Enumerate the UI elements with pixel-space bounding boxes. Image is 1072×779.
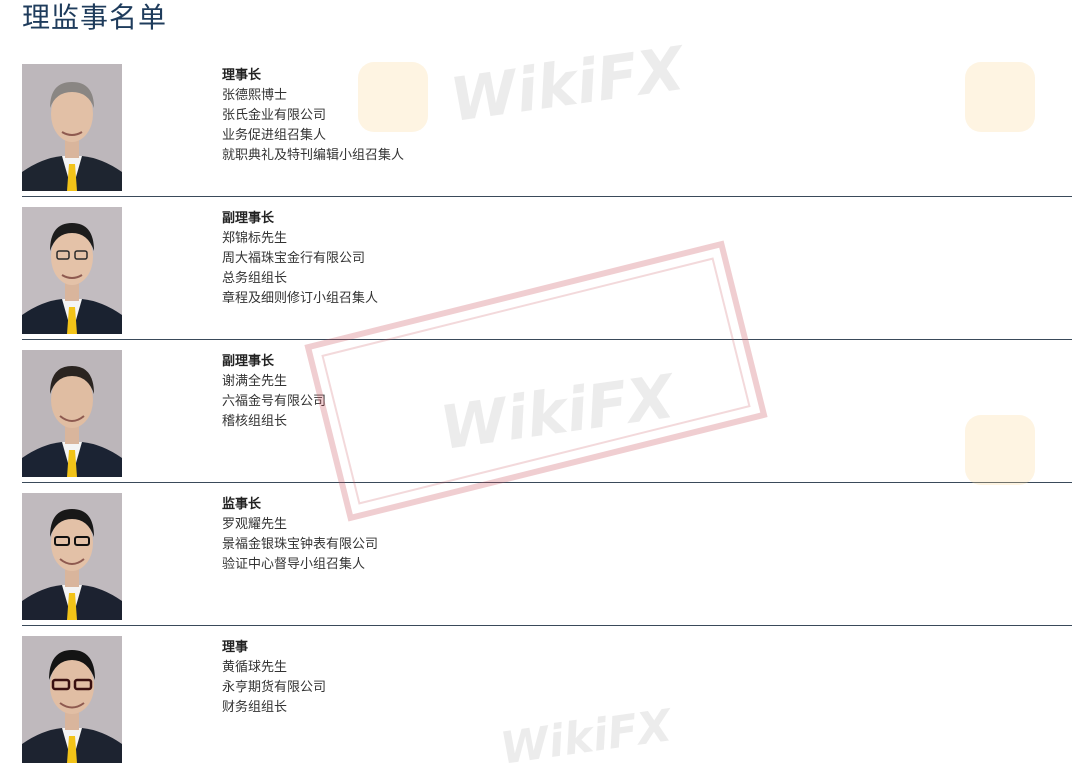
member-photo bbox=[22, 493, 122, 620]
member-photo bbox=[22, 350, 122, 477]
member-company: 六福金号有限公司 bbox=[222, 394, 327, 409]
member-company: 永亨期货有限公司 bbox=[222, 680, 327, 695]
member-card: 理事长 张德熙博士 张氏金业有限公司 业务促进组召集人 就职典礼及特刊编辑小组召… bbox=[22, 64, 1072, 207]
member-name: 谢满全先生 bbox=[222, 374, 288, 389]
member-card: 监事长 罗观耀先生 景福金银珠宝钟表有限公司 验证中心督导小组召集人 bbox=[22, 493, 1072, 636]
divider bbox=[22, 482, 1072, 483]
member-photo bbox=[22, 636, 122, 763]
member-duty: 稽核组组长 bbox=[222, 414, 288, 429]
member-card: 理事 黄循球先生 永亨期货有限公司 财务组组长 bbox=[22, 636, 1072, 779]
member-role: 理事 bbox=[222, 640, 249, 655]
member-role: 副理事长 bbox=[222, 211, 275, 226]
member-info: 副理事长 谢满全先生 六福金号有限公司 稽核组组长 bbox=[222, 352, 326, 432]
member-company: 景福金银珠宝钟表有限公司 bbox=[222, 537, 379, 552]
member-info: 监事长 罗观耀先生 景福金银珠宝钟表有限公司 验证中心督导小组召集人 bbox=[222, 495, 378, 575]
member-duty: 验证中心督导小组召集人 bbox=[222, 557, 366, 572]
member-role: 理事长 bbox=[222, 68, 262, 83]
member-duty: 章程及细则修订小组召集人 bbox=[222, 291, 379, 306]
member-name: 黄循球先生 bbox=[222, 660, 288, 675]
member-card: 副理事长 谢满全先生 六福金号有限公司 稽核组组长 bbox=[22, 350, 1072, 493]
member-duty: 业务促进组召集人 bbox=[222, 128, 327, 143]
page-title: 理监事名单 bbox=[22, 1, 168, 34]
member-company: 张氏金业有限公司 bbox=[222, 108, 327, 123]
divider bbox=[22, 625, 1072, 626]
member-duty: 就职典礼及特刊编辑小组召集人 bbox=[222, 148, 405, 163]
member-company: 周大福珠宝金行有限公司 bbox=[222, 251, 366, 266]
member-name: 罗观耀先生 bbox=[222, 517, 288, 532]
member-name: 郑锦标先生 bbox=[222, 231, 288, 246]
member-card: 副理事长 郑锦标先生 周大福珠宝金行有限公司 总务组组长 章程及细则修订小组召集… bbox=[22, 207, 1072, 350]
member-role: 监事长 bbox=[222, 497, 262, 512]
divider bbox=[22, 339, 1072, 340]
member-name: 张德熙博士 bbox=[222, 88, 288, 103]
member-info: 副理事长 郑锦标先生 周大福珠宝金行有限公司 总务组组长 章程及细则修订小组召集… bbox=[222, 209, 378, 309]
member-duty: 总务组组长 bbox=[222, 271, 288, 286]
member-duty: 财务组组长 bbox=[222, 700, 288, 715]
member-photo bbox=[22, 207, 122, 334]
divider bbox=[22, 196, 1072, 197]
member-role: 副理事长 bbox=[222, 354, 275, 369]
member-list: 理事长 张德熙博士 张氏金业有限公司 业务促进组召集人 就职典礼及特刊编辑小组召… bbox=[22, 64, 1072, 779]
member-info: 理事 黄循球先生 永亨期货有限公司 财务组组长 bbox=[222, 638, 326, 718]
member-photo bbox=[22, 64, 122, 191]
member-info: 理事长 张德熙博士 张氏金业有限公司 业务促进组召集人 就职典礼及特刊编辑小组召… bbox=[222, 66, 404, 166]
